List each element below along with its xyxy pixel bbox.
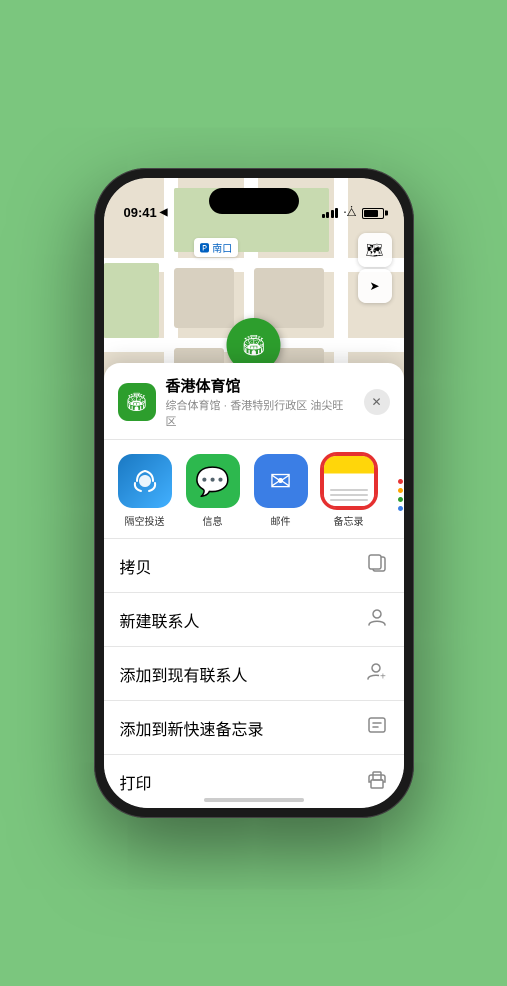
share-airdrop[interactable]: 隔空投送 [114, 454, 176, 528]
copy-label: 拷贝 [120, 554, 152, 578]
airdrop-label: 隔空投送 [125, 513, 165, 528]
notes-icon [322, 454, 376, 508]
airdrop-svg [131, 467, 159, 495]
map-label: 🅿 南口 [194, 238, 239, 257]
location-button[interactable]: ➤ [358, 269, 392, 303]
location-header: 🏟 香港体育馆 综合体育馆 · 香港特别行政区 油尖旺区 ✕ [104, 363, 404, 440]
signal-bars [322, 208, 339, 218]
notes-label: 备忘录 [334, 513, 364, 528]
notes-inner [324, 456, 374, 506]
messages-label: 信息 [203, 513, 223, 528]
add-existing-icon: + [366, 660, 388, 687]
action-list: 拷贝 新建联系人 [104, 539, 404, 808]
battery-fill [364, 210, 378, 217]
map-green [104, 263, 159, 338]
share-more[interactable] [386, 454, 404, 528]
action-quick-note[interactable]: 添加到新快速备忘录 [104, 701, 404, 755]
action-copy[interactable]: 拷贝 [104, 539, 404, 593]
more-dots [398, 479, 403, 511]
action-add-existing-contact[interactable]: 添加到现有联系人 + [104, 647, 404, 701]
action-new-contact[interactable]: 新建联系人 [104, 593, 404, 647]
close-button[interactable]: ✕ [364, 389, 390, 415]
phone-screen: 09:41 ◀ ⋅⧊ [104, 178, 404, 808]
phone-frame: 09:41 ◀ ⋅⧊ [94, 168, 414, 818]
wifi-icon: ⋅⧊ [343, 206, 356, 220]
share-mail[interactable]: ✉ 邮件 [250, 454, 312, 528]
print-icon [366, 768, 388, 795]
location-icon: 🏟 [118, 383, 156, 421]
location-name: 香港体育馆 [166, 375, 354, 396]
battery-icon [362, 208, 384, 219]
messages-icon: 💬 [186, 454, 240, 508]
dynamic-island [209, 188, 299, 214]
svg-text:+: + [380, 672, 386, 683]
new-contact-icon [366, 606, 388, 633]
map-type-button[interactable]: 🗺 [358, 233, 392, 267]
time-display: 09:41 [124, 205, 157, 220]
status-time: 09:41 ◀ [124, 205, 168, 220]
new-contact-label: 新建联系人 [120, 608, 200, 632]
stadium-icon: 🏟 [241, 333, 266, 358]
map-controls: 🗺 ➤ [358, 233, 392, 303]
bottom-sheet: 🏟 香港体育馆 综合体育馆 · 香港特别行政区 油尖旺区 ✕ [104, 363, 404, 808]
add-existing-label: 添加到现有联系人 [120, 662, 248, 686]
quick-note-label: 添加到新快速备忘录 [120, 716, 264, 740]
share-notes[interactable]: 备忘录 [318, 454, 380, 528]
map-block [174, 268, 234, 328]
share-row: 隔空投送 💬 信息 ✉ 邮件 [104, 440, 404, 539]
home-indicator [204, 798, 304, 802]
airdrop-icon [118, 454, 172, 508]
location-info: 香港体育馆 综合体育馆 · 香港特别行政区 油尖旺区 [166, 375, 354, 429]
quick-note-icon [366, 714, 388, 741]
location-arrow-icon: ◀ [160, 207, 168, 218]
print-label: 打印 [120, 770, 152, 794]
mail-icon: ✉ [254, 454, 308, 508]
status-icons: ⋅⧊ [322, 206, 384, 220]
copy-icon [366, 552, 388, 579]
location-sub: 综合体育馆 · 香港特别行政区 油尖旺区 [166, 397, 354, 429]
share-messages[interactable]: 💬 信息 [182, 454, 244, 528]
mail-label: 邮件 [271, 513, 291, 528]
